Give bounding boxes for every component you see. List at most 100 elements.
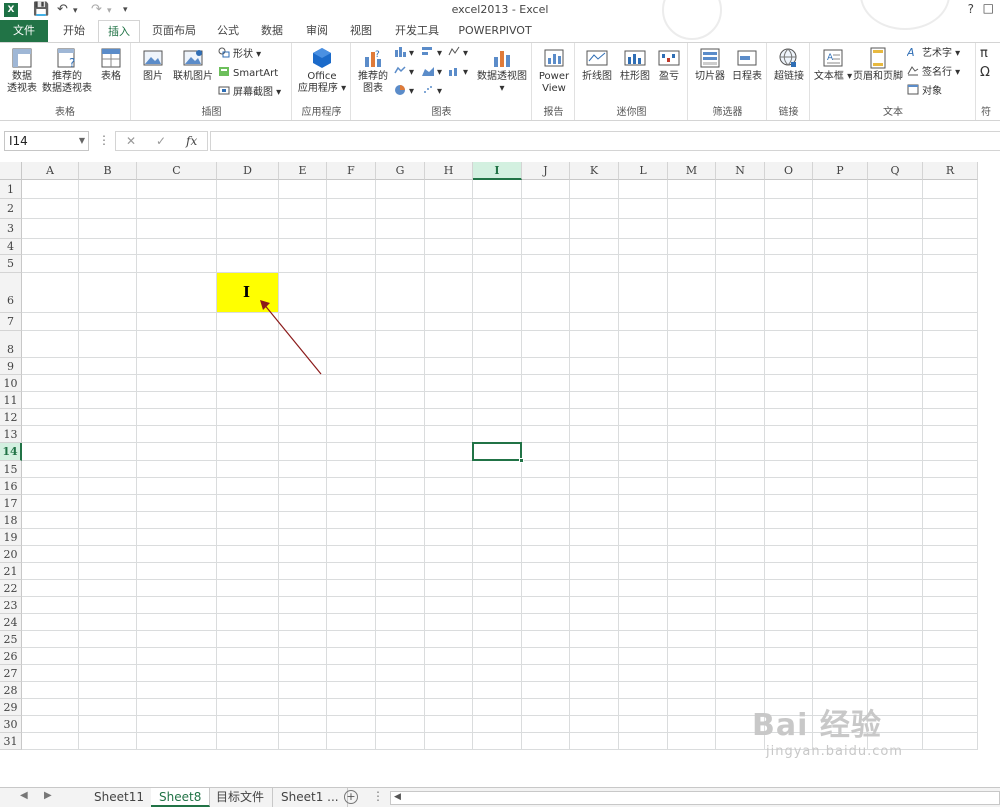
- timeline-button[interactable]: 日程表: [729, 47, 765, 83]
- group-sparklines: 折线图 柱形图 盈亏 迷你图: [576, 43, 688, 120]
- sparkline-column-button[interactable]: 柱形图: [616, 47, 654, 83]
- object-icon: [907, 84, 919, 95]
- online-pictures-button[interactable]: 联机图片: [170, 47, 216, 83]
- line-chart-button[interactable]: ▾: [394, 65, 414, 81]
- scatter-icon: [424, 86, 432, 93]
- combo-chart-button[interactable]: ▾: [448, 65, 468, 81]
- worksheet-grid[interactable]: A B C D E F G H I J K L M N O P Q R 1 2 3 4 5 6 7 8 9 10 11 12 13 14 15 1…: [0, 162, 1000, 788]
- object-button[interactable]: 对象: [907, 84, 942, 100]
- online-picture-icon: [183, 50, 203, 66]
- tab-view[interactable]: 视图: [341, 20, 381, 42]
- pivot-table-icon: [12, 48, 32, 68]
- pivot-chart-icon: [494, 51, 510, 67]
- hyperlink-button[interactable]: 超链接: [770, 47, 808, 83]
- pivot-table-button[interactable]: 数据 透视表: [2, 47, 42, 95]
- recommended-charts-button[interactable]: ? 推荐的 图表: [354, 47, 392, 95]
- watermark-url: jingyan.baidu.com: [766, 744, 903, 759]
- chevron-down-icon[interactable]: ▼: [79, 132, 85, 150]
- tab-powerpivot[interactable]: POWERPIVOT: [455, 20, 535, 42]
- sheet-tab-target-file[interactable]: 目标文件: [208, 788, 274, 807]
- formula-bar-grip-icon[interactable]: ⋮: [98, 133, 110, 147]
- line-chart-icon: [394, 66, 406, 74]
- insert-function-icon[interactable]: fx: [186, 134, 197, 148]
- signature-label: 签名行: [922, 67, 952, 78]
- selected-cell[interactable]: [472, 442, 524, 463]
- tab-review[interactable]: 审阅: [297, 20, 337, 42]
- sparkline-line-button[interactable]: 折线图: [578, 47, 616, 83]
- tab-page-layout[interactable]: 页面布局: [146, 20, 202, 42]
- sparkline-winloss-button[interactable]: 盈亏: [654, 47, 684, 83]
- group-label-apps: 应用程序: [301, 107, 342, 118]
- hyperlink-icon: [779, 48, 797, 67]
- title-bar: X 💾 ↶ ▾ ↷ ▾ ▾ excel2013 - Excel ? □: [0, 0, 1000, 40]
- area-chart-button[interactable]: ▾: [422, 65, 442, 81]
- add-sheet-icon[interactable]: +: [344, 790, 358, 804]
- picture-icon: [143, 50, 163, 66]
- formula-input[interactable]: [210, 131, 1000, 151]
- enter-icon[interactable]: ✓: [156, 134, 166, 148]
- pie-chart-button[interactable]: ▾: [394, 84, 414, 100]
- textbox-button[interactable]: A 文本框 ▾: [813, 47, 853, 83]
- sparkline-column-icon: [624, 50, 646, 66]
- pivot-chart-label: 数据透视图: [477, 71, 527, 82]
- pictures-button[interactable]: 图片: [138, 47, 168, 83]
- office-apps-button[interactable]: Office 应用程序 ▾: [295, 47, 349, 95]
- pivot-chart-button[interactable]: 数据透视图 ▾: [474, 47, 530, 95]
- column-chart-button[interactable]: ▾: [394, 46, 414, 62]
- tab-home[interactable]: 开始: [52, 20, 96, 42]
- power-view-label: Power: [538, 71, 570, 82]
- tab-developer[interactable]: 开发工具: [388, 20, 446, 42]
- sheet-tab-bar: ◀ ▶ Sheet11 Sheet8 目标文件 Sheet1 ... + ⋮ ◀: [0, 787, 1000, 807]
- tab-file[interactable]: 文件: [0, 20, 48, 42]
- ribbon-display-icon[interactable]: □: [983, 1, 994, 15]
- cancel-icon[interactable]: ✕: [126, 134, 136, 148]
- combo-chart-icon: [449, 68, 457, 76]
- recommended-charts-label-2: 图表: [363, 83, 383, 94]
- screenshot-button[interactable]: 屏幕截图 ▾: [218, 85, 281, 101]
- scatter-plot-button[interactable]: ▾: [422, 84, 442, 100]
- wordart-icon: A: [907, 46, 915, 57]
- hyperlink-label: 超链接: [774, 71, 804, 82]
- recommended-pivot-label: 推荐的: [52, 71, 82, 82]
- smartart-button[interactable]: SmartArt: [218, 66, 278, 82]
- group-label-illustrations: 插图: [201, 107, 222, 118]
- header-footer-icon: [870, 47, 886, 69]
- bar-chart-button[interactable]: ▾: [422, 46, 442, 62]
- next-sheet-icon[interactable]: ▶: [44, 790, 52, 801]
- recommended-pivot-button[interactable]: ? 推荐的 数据透视表: [40, 47, 94, 95]
- horizontal-scrollbar[interactable]: ◀: [390, 791, 1000, 805]
- slicer-button[interactable]: 切片器: [691, 47, 729, 83]
- power-view-label-2: View: [542, 83, 566, 94]
- table-button[interactable]: 表格: [96, 47, 126, 83]
- scatter-chart-button[interactable]: ▾: [448, 46, 468, 62]
- prev-sheet-icon[interactable]: ◀: [20, 790, 28, 801]
- svg-text:A: A: [827, 53, 834, 63]
- sheet-tab-sheet11[interactable]: Sheet11: [86, 788, 153, 807]
- sheet-bar-grip-icon[interactable]: ⋮: [372, 789, 384, 803]
- signature-icon: [907, 66, 919, 76]
- help-icon[interactable]: ?: [968, 2, 974, 16]
- sheet-tab-sheet1[interactable]: Sheet1 ...: [273, 788, 348, 807]
- tab-formulas[interactable]: 公式: [208, 20, 248, 42]
- power-view-button[interactable]: Power View: [535, 47, 573, 95]
- office-apps-icon: [313, 48, 331, 68]
- group-apps: Office 应用程序 ▾ 应用程序: [293, 43, 351, 120]
- header-footer-button[interactable]: 页眉和页脚: [851, 47, 905, 83]
- group-label-charts: 图表: [431, 107, 452, 118]
- tab-insert[interactable]: 插入: [98, 20, 140, 43]
- group-label-links: 链接: [778, 107, 799, 118]
- sheet-tab-sheet8[interactable]: Sheet8: [151, 788, 211, 807]
- screenshot-label: 屏幕截图: [233, 87, 273, 98]
- symbol-icon[interactable]: Ω: [980, 65, 990, 81]
- tab-data[interactable]: 数据: [252, 20, 292, 42]
- shapes-button[interactable]: 形状 ▾: [218, 47, 261, 63]
- fill-handle[interactable]: [519, 458, 524, 463]
- wordart-button[interactable]: A 艺术字 ▾: [907, 46, 960, 62]
- smartart-label: SmartArt: [233, 68, 279, 79]
- scroll-left-icon[interactable]: ◀: [394, 792, 401, 802]
- signature-line-button[interactable]: 签名行 ▾: [907, 65, 960, 81]
- equation-icon[interactable]: π: [980, 46, 988, 62]
- name-box[interactable]: I14 ▼: [4, 131, 89, 151]
- timeline-label: 日程表: [732, 71, 762, 82]
- pie-chart-icon: [395, 85, 405, 95]
